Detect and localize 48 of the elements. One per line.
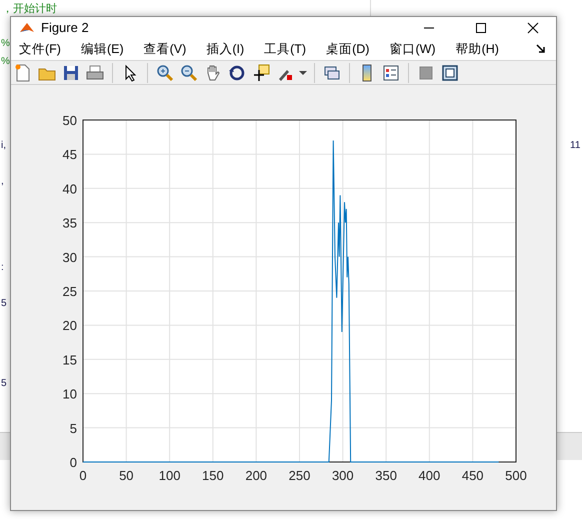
x-tick-label: 350 [375, 468, 397, 483]
menu-item[interactable]: 编辑(E) [80, 40, 131, 58]
y-tick-label: 15 [62, 352, 77, 368]
code-line: 5 [1, 298, 7, 309]
zoom-out-icon[interactable] [179, 62, 199, 83]
y-tick-label: 40 [62, 181, 77, 196]
menu-item[interactable]: 文件(F) [19, 40, 68, 58]
x-tick-label: 200 [245, 468, 268, 483]
code-line: i, [1, 140, 6, 151]
code-line: 5 [1, 378, 7, 389]
y-tick-label: 10 [62, 386, 77, 402]
window-title: Figure 2 [41, 20, 90, 35]
code-line: 11 [570, 140, 580, 151]
dock-arrow-icon[interactable] [536, 44, 546, 54]
code-line: % [1, 56, 10, 67]
x-tick-label: 150 [202, 468, 224, 483]
x-tick-label: 50 [119, 468, 134, 483]
x-tick-label: 250 [288, 468, 310, 483]
menu-item[interactable]: 插入(I) [206, 40, 252, 58]
menu-item[interactable]: 查看(V) [144, 40, 194, 58]
zoom-in-icon[interactable] [155, 62, 175, 83]
code-line: % [1, 38, 10, 49]
y-tick-label: 25 [62, 284, 77, 299]
y-tick-label: 35 [62, 216, 77, 231]
close-icon[interactable] [527, 22, 539, 34]
menu-item[interactable]: 窗口(W) [389, 40, 443, 58]
y-tick-label: 30 [62, 250, 77, 265]
frame-icon[interactable] [440, 62, 460, 83]
y-tick-label: 50 [62, 113, 77, 128]
legend-icon[interactable] [381, 62, 401, 83]
menu-item[interactable]: 帮助(H) [456, 40, 506, 58]
maximize-icon[interactable] [475, 22, 487, 34]
x-tick-label: 400 [418, 468, 440, 483]
x-tick-label: 500 [505, 468, 527, 483]
y-tick-label: 20 [62, 318, 77, 334]
y-tick-label: 45 [62, 147, 77, 162]
y-tick-label: 5 [70, 420, 77, 436]
y-tick-label: 0 [70, 455, 77, 470]
data-cursor-icon[interactable] [251, 62, 271, 83]
code-line: : [1, 262, 4, 273]
x-tick-label: 300 [332, 468, 354, 483]
menu-item[interactable]: 桌面(D) [326, 40, 376, 58]
code-line: ，开始计时 [2, 2, 57, 16]
x-tick-label: 0 [79, 468, 87, 483]
x-tick-label: 450 [462, 468, 484, 483]
code-line: , [1, 176, 4, 187]
x-tick-label: 100 [158, 468, 180, 483]
menu-item[interactable]: 工具(T) [264, 40, 314, 58]
